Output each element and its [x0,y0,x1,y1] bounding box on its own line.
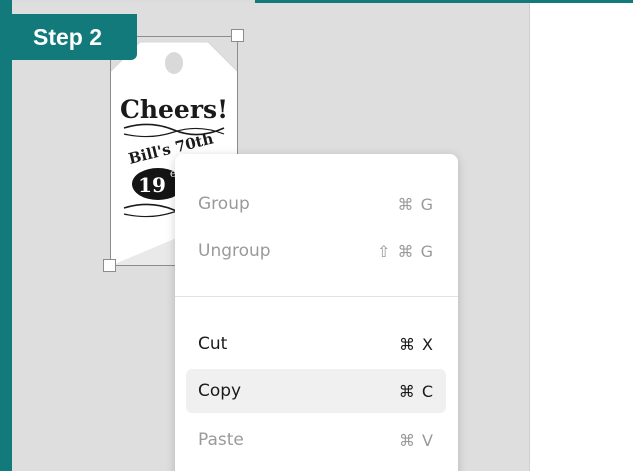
context-menu: Group ⌘ G Ungroup ⇧ ⌘ G Cut ⌘ X Copy ⌘ C… [175,154,458,471]
menu-item-label: Paste [198,430,244,450]
menu-item-group[interactable]: Group ⌘ G [186,182,446,226]
menu-divider [175,296,458,297]
menu-item-label: Ungroup [198,241,271,261]
step-badge: Step 2 [12,14,137,60]
menu-item-shortcut: ⌘ X [398,334,434,354]
menu-item-ungroup[interactable]: Ungroup ⇧ ⌘ G [186,229,446,273]
menu-item-shortcut: ⇧ ⌘ G [377,241,434,261]
menu-item-label: Cut [198,334,228,354]
menu-item-shortcut: ⌘ C [398,381,434,401]
menu-item-label: Group [198,194,250,214]
menu-item-shortcut: ⌘ G [397,194,434,214]
menu-item-paste[interactable]: Paste ⌘ V [186,418,446,462]
resize-handle-bottom-left[interactable] [103,259,116,272]
menu-item-shortcut: ⌘ V [398,430,434,450]
resize-handle-top-right[interactable] [231,29,244,42]
menu-item-copy[interactable]: Copy ⌘ C [186,369,446,413]
menu-item-label: Copy [198,381,242,401]
top-toolbar-strip [12,0,255,3]
menu-item-cut[interactable]: Cut ⌘ X [186,322,446,366]
